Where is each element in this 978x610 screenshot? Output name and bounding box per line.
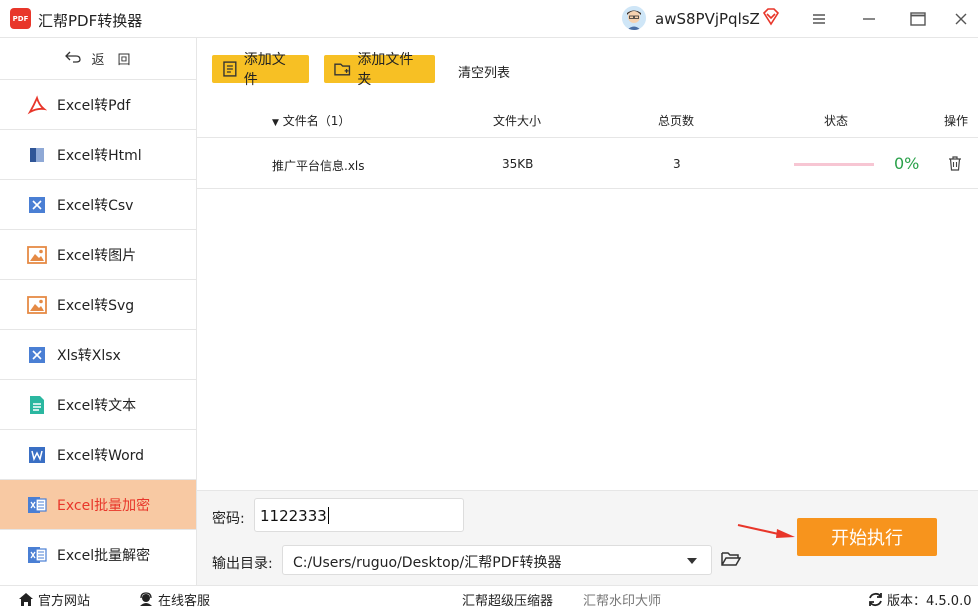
output-dir-value: C:/Users/ruguo/Desktop/汇帮PDF转换器 [293, 555, 562, 571]
version-info[interactable]: 版本：4.5.0.0 [868, 590, 971, 609]
watermark-tool-link[interactable]: 汇帮水印大师 [583, 590, 661, 609]
sidebar-item-excel-to-html[interactable]: Excel转Html [0, 130, 196, 180]
refresh-icon [869, 592, 882, 607]
table-row[interactable]: 推广平台信息.xls 35KB 3 0% [197, 139, 978, 189]
pointer-arrow-icon [737, 521, 799, 545]
footer: 官方网站 在线客服 汇帮超级压缩器 汇帮水印大师 版本：4.5.0.0 [0, 585, 978, 610]
customer-service-icon [140, 592, 152, 606]
column-header-name-label: 文件名（1） [282, 114, 351, 128]
file-table-header: ▼ 文件名（1） 文件大小 总页数 状态 操作 [197, 100, 978, 138]
sidebar-item-label: Excel批量加密 [57, 497, 151, 514]
app-logo-text: PDF [12, 14, 29, 23]
sidebar-item-label: Excel批量解密 [57, 548, 151, 564]
sidebar-item-xls-to-xlsx[interactable]: Xls转Xlsx [0, 330, 196, 380]
password-input[interactable]: 1122333 [254, 498, 464, 532]
sidebar-item-label: Excel转Csv [57, 197, 134, 214]
app-logo: PDF [10, 8, 31, 29]
sidebar-item-label: Excel转Pdf [57, 97, 131, 114]
pdf-icon [27, 94, 47, 115]
column-header-status: 状态 [824, 114, 849, 128]
file-name: 推广平台信息.xls [272, 159, 365, 173]
add-folder-button[interactable]: 添加文件夹 [324, 52, 435, 88]
online-service-label: 在线客服 [158, 594, 211, 609]
text-icon [27, 395, 47, 415]
word-icon [27, 445, 47, 465]
sidebar-item-excel-batch-encrypt[interactable]: Excel批量加密 [0, 480, 196, 530]
sidebar-item-label: Excel转Svg [57, 297, 135, 314]
sidebar-item-label: Excel转Word [57, 447, 145, 464]
html-icon [27, 145, 47, 165]
svg-image-icon [27, 295, 47, 315]
version-label: 版本：4.5.0.0 [887, 594, 972, 609]
sidebar-item-excel-batch-decrypt[interactable]: Excel批量解密 [0, 530, 196, 580]
sort-triangle-icon: ▼ [272, 118, 279, 128]
official-site-label: 官方网站 [38, 594, 91, 609]
user-avatar[interactable] [622, 6, 646, 30]
close-icon[interactable] [950, 8, 972, 30]
add-file-icon [223, 61, 237, 77]
xlsx-icon [27, 345, 47, 365]
back-button[interactable]: 返 回 [0, 38, 196, 80]
text-cursor [327, 507, 329, 524]
sidebar-item-excel-to-word[interactable]: Excel转Word [0, 430, 196, 480]
main-panel: 添加文件 添加文件夹 清空列表 ▼ 文件名（1） 文件大小 总页数 状态 操作 … [197, 38, 978, 490]
dropdown-caret-icon [687, 558, 697, 564]
excel-unlock-icon [27, 545, 47, 565]
password-value: 1122333 [260, 507, 327, 525]
page-count: 3 [673, 157, 681, 171]
progress-bar [794, 163, 874, 166]
progress-percent: 0% [894, 154, 920, 173]
excel-lock-icon [27, 495, 47, 515]
compress-tool-link[interactable]: 汇帮超级压缩器 [462, 590, 553, 609]
start-button[interactable]: 开始执行 [797, 518, 937, 556]
add-folder-label: 添加文件夹 [357, 52, 414, 88]
sidebar-item-excel-to-text[interactable]: Excel转文本 [0, 380, 196, 430]
sidebar-item-label: Excel转文本 [57, 397, 137, 414]
file-size: 35KB [502, 157, 534, 171]
vip-diamond-icon[interactable] [762, 8, 780, 26]
back-arrow-icon [65, 51, 82, 67]
maximize-icon[interactable] [907, 8, 929, 30]
online-service-link[interactable]: 在线客服 [138, 590, 210, 609]
app-title: 汇帮PDF转换器 [38, 12, 143, 30]
title-bar: PDF 汇帮PDF转换器 awS8PVjPqlsZ [0, 0, 978, 38]
home-icon [19, 593, 33, 606]
options-panel: 密码: 1122333 输出目录: C:/Users/ruguo/Desktop… [197, 490, 978, 585]
menu-icon[interactable] [808, 8, 830, 30]
sidebar-item-label: Excel转Html [57, 147, 142, 164]
column-header-size: 文件大小 [493, 114, 542, 128]
image-icon [27, 245, 47, 265]
column-header-name[interactable]: ▼ 文件名（1） [272, 112, 350, 129]
username[interactable]: awS8PVjPqlsZ [655, 10, 760, 28]
add-file-label: 添加文件 [243, 52, 286, 88]
back-label: 返 回 [91, 53, 131, 68]
minimize-icon[interactable] [858, 8, 880, 30]
add-file-button[interactable]: 添加文件 [212, 52, 309, 88]
toolbar: 添加文件 添加文件夹 清空列表 [197, 38, 978, 98]
add-folder-icon [334, 63, 351, 76]
column-header-action: 操作 [944, 114, 969, 128]
csv-icon [27, 195, 47, 215]
delete-icon[interactable] [948, 156, 962, 174]
password-label: 密码: [212, 511, 245, 527]
sidebar-item-excel-to-image[interactable]: Excel转图片 [0, 230, 196, 280]
output-dir-select[interactable]: C:/Users/ruguo/Desktop/汇帮PDF转换器 [282, 545, 712, 575]
sidebar-item-excel-to-svg[interactable]: Excel转Svg [0, 280, 196, 330]
official-site-link[interactable]: 官方网站 [18, 590, 90, 609]
column-header-pages: 总页数 [658, 114, 695, 128]
open-folder-icon[interactable] [721, 550, 742, 572]
sidebar-item-excel-to-csv[interactable]: Excel转Csv [0, 180, 196, 230]
sidebar-item-excel-to-pdf[interactable]: Excel转Pdf [0, 80, 196, 130]
sidebar: 返 回 Excel转Pdf Excel转Html Excel转Csv Excel… [0, 38, 197, 585]
output-dir-label: 输出目录: [212, 556, 273, 572]
sidebar-item-label: Xls转Xlsx [57, 347, 121, 364]
sidebar-item-label: Excel转图片 [57, 247, 137, 264]
clear-list-button[interactable]: 清空列表 [458, 62, 510, 81]
